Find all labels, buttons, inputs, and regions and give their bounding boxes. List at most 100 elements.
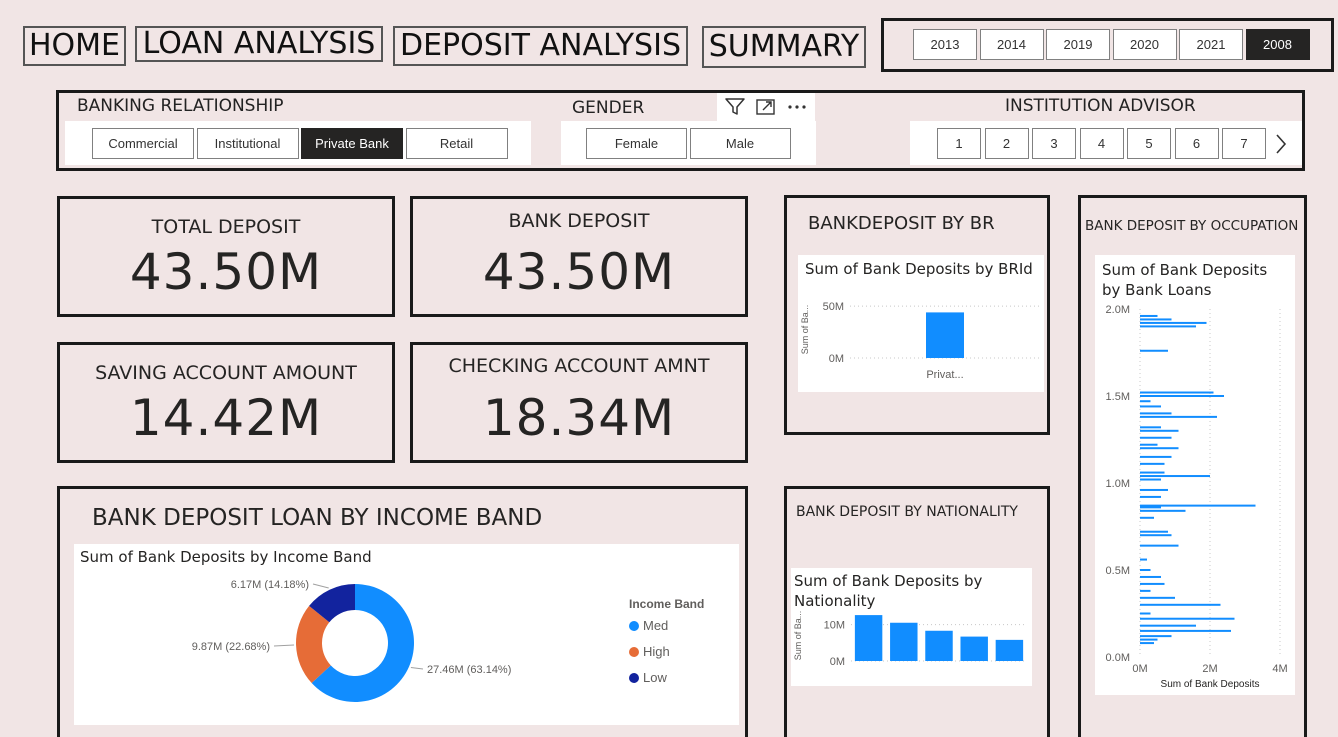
- bar: [1140, 534, 1172, 537]
- institution-advisor-option[interactable]: 2: [984, 128, 1029, 159]
- by-occupation-section-title: BANK DEPOSIT BY OCCUPATION: [1085, 218, 1299, 234]
- banking-relationship-slicer: Commercial Institutional Private Bank Retai…: [65, 121, 531, 165]
- bar: [854, 615, 883, 661]
- income-band-panel: BANK DEPOSIT LOAN BY INCOME BAND Sum of …: [57, 486, 748, 737]
- leader-line: [312, 583, 329, 589]
- nationality-chart: 0M 10M Sum of Ba...: [793, 611, 1027, 668]
- x-tick-label: 0M: [1132, 663, 1147, 675]
- y-tick-label: 0.0M: [1106, 652, 1130, 664]
- home-button[interactable]: HOME: [23, 26, 126, 66]
- y-tick-label: 0.5M: [1106, 565, 1130, 577]
- x-tick-label: 4M: [1272, 663, 1287, 675]
- bar: [1140, 447, 1179, 450]
- gender-options: Female Male: [586, 128, 792, 159]
- visual-header: [717, 93, 815, 121]
- institution-advisor-option[interactable]: 6: [1174, 128, 1219, 159]
- legend-item: Low: [643, 670, 667, 685]
- legend-marker: [629, 647, 639, 657]
- gender-option[interactable]: Male: [689, 128, 791, 159]
- bar: [890, 622, 918, 661]
- legend-marker: [629, 673, 639, 683]
- bank-deposit-by-occupation-panel: BANK DEPOSIT BY OCCUPATION Sum of Bank D…: [1078, 195, 1307, 737]
- more-options-icon[interactable]: [786, 97, 808, 117]
- bank-deposit-value: 43.50M: [482, 243, 676, 301]
- y-tick-label: 1.0M: [1106, 478, 1130, 490]
- institution-advisor-option[interactable]: 7: [1222, 128, 1266, 159]
- year-button-group: 2013 2014 2019 2020 2021 2008: [913, 29, 1313, 61]
- bar: [1140, 426, 1161, 429]
- leader-line: [410, 666, 424, 670]
- gender-option[interactable]: Female: [586, 128, 687, 159]
- occupation-chart-visual[interactable]: Sum of Bank Deposits by Bank Loans 0M 2M 4…: [1095, 255, 1295, 695]
- income-band-chart-visual[interactable]: Sum of Bank Deposits by Income Band 27.4…: [74, 544, 739, 725]
- filter-icon[interactable]: [724, 97, 746, 117]
- br-chart-visual[interactable]: Sum of Bank Deposits by BRId 0M 50M Sum of…: [798, 255, 1044, 392]
- bar: [1140, 478, 1161, 481]
- focus-mode-icon[interactable]: [755, 97, 777, 117]
- saving-account-label: SAVING ACCOUNT AMOUNT: [95, 362, 357, 384]
- institution-advisor-option[interactable]: 4: [1079, 128, 1124, 159]
- loan-analysis-button[interactable]: LOAN ANALYSIS: [135, 26, 383, 62]
- bar: [1140, 471, 1165, 474]
- banking-relationship-option[interactable]: Retail: [405, 128, 508, 159]
- institution-advisor-slicer: 1234567: [910, 121, 1302, 165]
- bar: [1140, 462, 1165, 465]
- gender-slicer: Female Male: [561, 121, 816, 165]
- bar: [1140, 509, 1186, 512]
- year-option[interactable]: 2020: [1112, 29, 1177, 60]
- year-option[interactable]: 2008: [1245, 29, 1310, 60]
- institution-advisor-option[interactable]: 5: [1127, 128, 1171, 159]
- bar: [1140, 321, 1207, 324]
- bar: [1140, 412, 1172, 415]
- banking-relationship-option[interactable]: Institutional: [196, 128, 299, 159]
- y-axis-label: Sum of Ba...: [793, 611, 803, 661]
- year-option[interactable]: 2019: [1046, 29, 1110, 60]
- bar: [1140, 429, 1179, 432]
- year-option[interactable]: 2014: [979, 29, 1044, 60]
- bar: [1140, 395, 1224, 397]
- checking-account-label: CHECKING ACCOUNT AMNT: [448, 355, 710, 377]
- legend-item: High: [643, 644, 670, 659]
- deposit-analysis-button[interactable]: DEPOSIT ANALYSIS: [393, 26, 688, 66]
- bar: [995, 639, 1024, 661]
- chevron-right-icon[interactable]: [1274, 133, 1288, 155]
- year-option[interactable]: 2021: [1179, 29, 1243, 60]
- occupation-chart: 0M 2M 4M 0.0M 0.5M 1.0M 1.5M 2.0M Sum of Bank De…: [1106, 304, 1288, 690]
- summary-button[interactable]: SUMMARY: [702, 26, 866, 68]
- y-tick-label: 10M: [824, 620, 845, 632]
- bar: [1140, 475, 1210, 478]
- bar: [1140, 575, 1161, 578]
- y-tick-label: 1.5M: [1106, 391, 1130, 403]
- total-deposit-value: 43.50M: [129, 243, 323, 301]
- bar: [1140, 530, 1168, 533]
- x-tick-label: 2M: [1202, 663, 1217, 675]
- saving-account-card: SAVING ACCOUNT AMOUNT 14.42M: [57, 342, 395, 463]
- bar: [926, 312, 964, 358]
- bar: [1140, 617, 1235, 620]
- banking-relationship-title: BANKING RELATIONSHIP: [77, 96, 284, 116]
- gender-title: GENDER: [572, 98, 645, 118]
- br-chart: 0M 50M Sum of Ba... Privat...: [800, 301, 1040, 381]
- bar: [1140, 589, 1151, 592]
- bank-deposit-by-nationality-panel: BANK DEPOSIT BY NATIONALITY Sum of Bank …: [784, 486, 1050, 737]
- nationality-chart-visual[interactable]: Sum of Bank Deposits by Nationality 0M 10…: [791, 568, 1032, 686]
- by-br-section-title: BANKDEPOSIT BY BR: [808, 213, 995, 234]
- bar: [1140, 415, 1217, 418]
- bar: [1140, 443, 1158, 446]
- year-option[interactable]: 2013: [913, 29, 977, 60]
- leader-line: [273, 644, 295, 647]
- by-nationality-section-title: BANK DEPOSIT BY NATIONALITY: [796, 504, 1018, 520]
- institution-advisor-option[interactable]: 1: [937, 128, 981, 159]
- bar: [1140, 642, 1154, 645]
- bar: [1140, 436, 1172, 439]
- institution-advisor-option[interactable]: 3: [1032, 128, 1076, 159]
- year-slicer: 2013 2014 2019 2020 2021 2008: [881, 18, 1334, 72]
- banking-relationship-option[interactable]: Commercial: [92, 128, 194, 159]
- bar: [1140, 314, 1158, 317]
- legend-title: Income Band: [629, 597, 704, 611]
- institution-advisor-options: 1234567: [937, 128, 1269, 159]
- y-tick-label: 0M: [830, 656, 845, 668]
- bar: [1140, 400, 1151, 403]
- banking-relationship-option[interactable]: Private Bank: [301, 128, 403, 159]
- bank-deposit-card: BANK DEPOSIT 43.50M: [410, 196, 748, 317]
